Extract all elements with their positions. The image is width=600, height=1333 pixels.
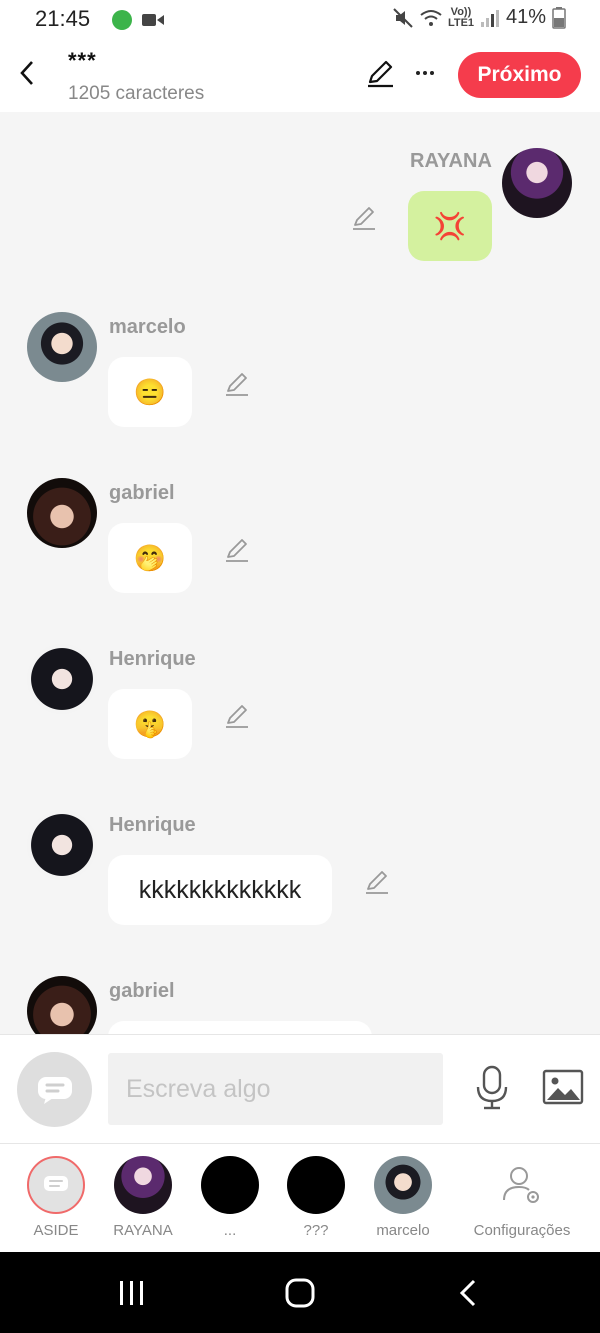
more-dot <box>430 71 434 75</box>
tab-label: marcelo <box>376 1222 430 1239</box>
avatar-henrique[interactable] <box>27 644 97 714</box>
tab-label: Configurações <box>473 1222 571 1239</box>
avatar-gabriel[interactable] <box>27 976 97 1034</box>
message-author: marcelo <box>109 316 186 338</box>
tab-label: ... <box>223 1222 237 1239</box>
home-icon <box>285 1278 315 1308</box>
wifi-icon <box>420 9 442 26</box>
settings-person-icon <box>493 1156 551 1214</box>
message-bubble[interactable]: 😑 <box>108 357 192 427</box>
next-button[interactable]: Próximo <box>458 52 581 98</box>
avatar-gabriel[interactable] <box>27 478 97 548</box>
more-dot <box>416 71 420 75</box>
tab-label: RAYANA <box>113 1222 173 1239</box>
avatar <box>201 1156 259 1214</box>
edit-message-icon[interactable] <box>363 868 391 896</box>
avatar <box>114 1156 172 1214</box>
message-input[interactable] <box>108 1053 443 1125</box>
system-back-button[interactable] <box>448 1274 488 1312</box>
image-icon[interactable] <box>542 1069 584 1105</box>
network-label: Vo)) LTE1 <box>447 5 475 29</box>
avatar <box>287 1156 345 1214</box>
user-gear-icon <box>503 1167 539 1203</box>
avatar <box>374 1156 432 1214</box>
chat-area[interactable]: RAYANA 💢 marcelo 😑 gabriel 🤭 Henrique 🤫 … <box>0 112 600 1034</box>
composer-bar <box>0 1034 600 1144</box>
character-count: 1205 caracteres <box>68 83 205 104</box>
message-bubble[interactable]: 🤭 <box>108 523 192 593</box>
tab-marcelo[interactable]: marcelo <box>358 1156 448 1239</box>
message-author: gabriel <box>109 980 175 1002</box>
app-notification-icon <box>112 10 132 30</box>
tab-label: ASIDE <box>33 1222 79 1239</box>
microphone-icon[interactable] <box>474 1065 510 1111</box>
back-arrow-icon <box>459 1279 476 1307</box>
status-time: 21:45 <box>35 6 91 31</box>
message-content: 💢 <box>433 211 467 241</box>
aside-tab-icon <box>27 1156 85 1214</box>
message-author: gabriel <box>109 482 175 504</box>
channel-tab-bar: ASIDE RAYANA ... ??? marcelo Configuraçõ… <box>0 1144 600 1252</box>
aside-button[interactable] <box>17 1052 92 1127</box>
home-button[interactable] <box>280 1274 320 1312</box>
tab-dots[interactable]: ... <box>185 1156 275 1239</box>
back-button[interactable] <box>12 56 42 90</box>
more-options-button[interactable] <box>410 58 440 88</box>
top-header: *** 1205 caracteres Próximo <box>0 38 600 112</box>
message-content: 🤭 <box>133 543 167 573</box>
more-dot <box>423 71 427 75</box>
message-bubble[interactable]: 💢 <box>408 191 492 261</box>
avatar-rayana[interactable] <box>502 148 572 218</box>
edit-message-icon[interactable] <box>223 536 251 564</box>
edit-message-icon[interactable] <box>223 702 251 730</box>
message-bubble[interactable]: 🤫 <box>108 689 192 759</box>
tab-question[interactable]: ??? <box>271 1156 361 1239</box>
message-author: RAYANA <box>410 150 492 172</box>
video-camera-icon <box>142 14 164 26</box>
status-bar: 21:45 Vo)) LTE1 41% <box>0 0 600 38</box>
edit-message-icon[interactable] <box>223 370 251 398</box>
chat-bubble-icon <box>44 1176 68 1191</box>
recent-apps-icon <box>120 1281 143 1305</box>
avatar-marcelo[interactable] <box>27 312 97 382</box>
edit-message-icon[interactable] <box>350 204 378 232</box>
message-content: 🤫 <box>133 709 167 739</box>
message-author: Henrique <box>109 814 196 836</box>
message-content: kkkkkkkkkkkkk <box>138 875 302 904</box>
battery-percent: 41% <box>505 6 546 28</box>
battery-icon <box>552 6 566 29</box>
tab-label: ??? <box>303 1222 329 1239</box>
page-title: *** <box>68 48 97 73</box>
message-bubble[interactable] <box>108 1021 372 1034</box>
tab-settings[interactable]: Configurações <box>466 1156 578 1239</box>
avatar-henrique[interactable] <box>27 810 97 880</box>
tab-aside[interactable]: ASIDE <box>11 1156 101 1239</box>
message-author: Henrique <box>109 648 196 670</box>
status-right: Vo)) LTE1 41% <box>392 6 566 29</box>
chat-bubble-icon <box>37 1076 72 1104</box>
tab-rayana[interactable]: RAYANA <box>98 1156 188 1239</box>
message-content: 😑 <box>133 377 167 407</box>
system-navigation-bar <box>0 1252 600 1333</box>
message-bubble[interactable]: kkkkkkkkkkkkk <box>108 855 332 925</box>
recent-apps-button[interactable] <box>112 1274 152 1312</box>
edit-pencil-icon[interactable] <box>364 58 396 90</box>
signal-icon <box>480 9 499 27</box>
mute-icon <box>393 7 413 28</box>
chevron-left-icon <box>20 61 33 85</box>
